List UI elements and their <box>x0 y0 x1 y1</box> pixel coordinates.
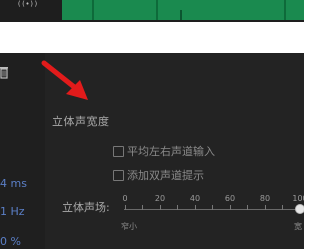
effect-settings-screen: ((•)) 4 ms 1 Hz 0 % 立体声宽度 平均左右声道输入 添加双声道… <box>0 0 304 249</box>
tick-label: 80 <box>259 194 271 203</box>
channel-icon-label: ((•)) <box>17 0 39 8</box>
binaural-cues-checkbox[interactable] <box>113 169 124 181</box>
slider-max-label: 宽 <box>294 222 302 231</box>
waveform-strip: ((•)) <box>0 0 304 22</box>
waveform-marker <box>92 0 94 20</box>
waveform-marker <box>156 0 158 20</box>
slider-tick <box>160 205 161 210</box>
waveform-region[interactable] <box>62 0 304 20</box>
waveform-peak <box>180 10 182 20</box>
average-channels-checkbox[interactable] <box>113 145 124 157</box>
tick-label: 40 <box>189 194 201 203</box>
stereo-width-title: 立体声宽度 <box>52 115 110 128</box>
hz-value: 1 Hz <box>0 205 25 218</box>
slider-knob[interactable] <box>295 204 304 214</box>
slider-tick <box>247 205 248 210</box>
slider-tick <box>142 205 143 210</box>
slider-tick <box>125 205 126 210</box>
slider-min-label: 窄小 <box>121 222 137 231</box>
trash-icon[interactable] <box>0 66 8 79</box>
slider-tick <box>282 205 283 210</box>
annotation-arrow-icon <box>41 60 88 100</box>
tick-label: 20 <box>154 194 166 203</box>
average-channels-label: 平均左右声道输入 <box>127 145 215 158</box>
percent-value: 0 % <box>0 235 21 248</box>
tick-label: 100 <box>292 194 304 203</box>
tick-label: 60 <box>224 194 236 203</box>
option-binaural-cues[interactable]: 添加双声道提示 <box>113 168 204 182</box>
slider-tick <box>177 205 178 210</box>
slider-tick <box>265 205 266 210</box>
slider-tick <box>212 205 213 210</box>
waveform-marker <box>284 0 286 20</box>
binaural-cues-label: 添加双声道提示 <box>127 169 204 182</box>
ms-value: 4 ms <box>0 177 27 190</box>
stereo-field-slider[interactable]: 0 20 40 60 80 100 窄小 宽 <box>121 194 304 234</box>
option-average-channels[interactable]: 平均左右声道输入 <box>113 144 215 158</box>
slider-tick <box>195 205 196 210</box>
separator-band <box>0 22 304 53</box>
stereo-field-label: 立体声场: <box>62 201 110 214</box>
slider-tick <box>230 205 231 210</box>
tick-label: 0 <box>122 194 128 203</box>
parameter-column: 4 ms 1 Hz 0 % <box>0 53 45 249</box>
